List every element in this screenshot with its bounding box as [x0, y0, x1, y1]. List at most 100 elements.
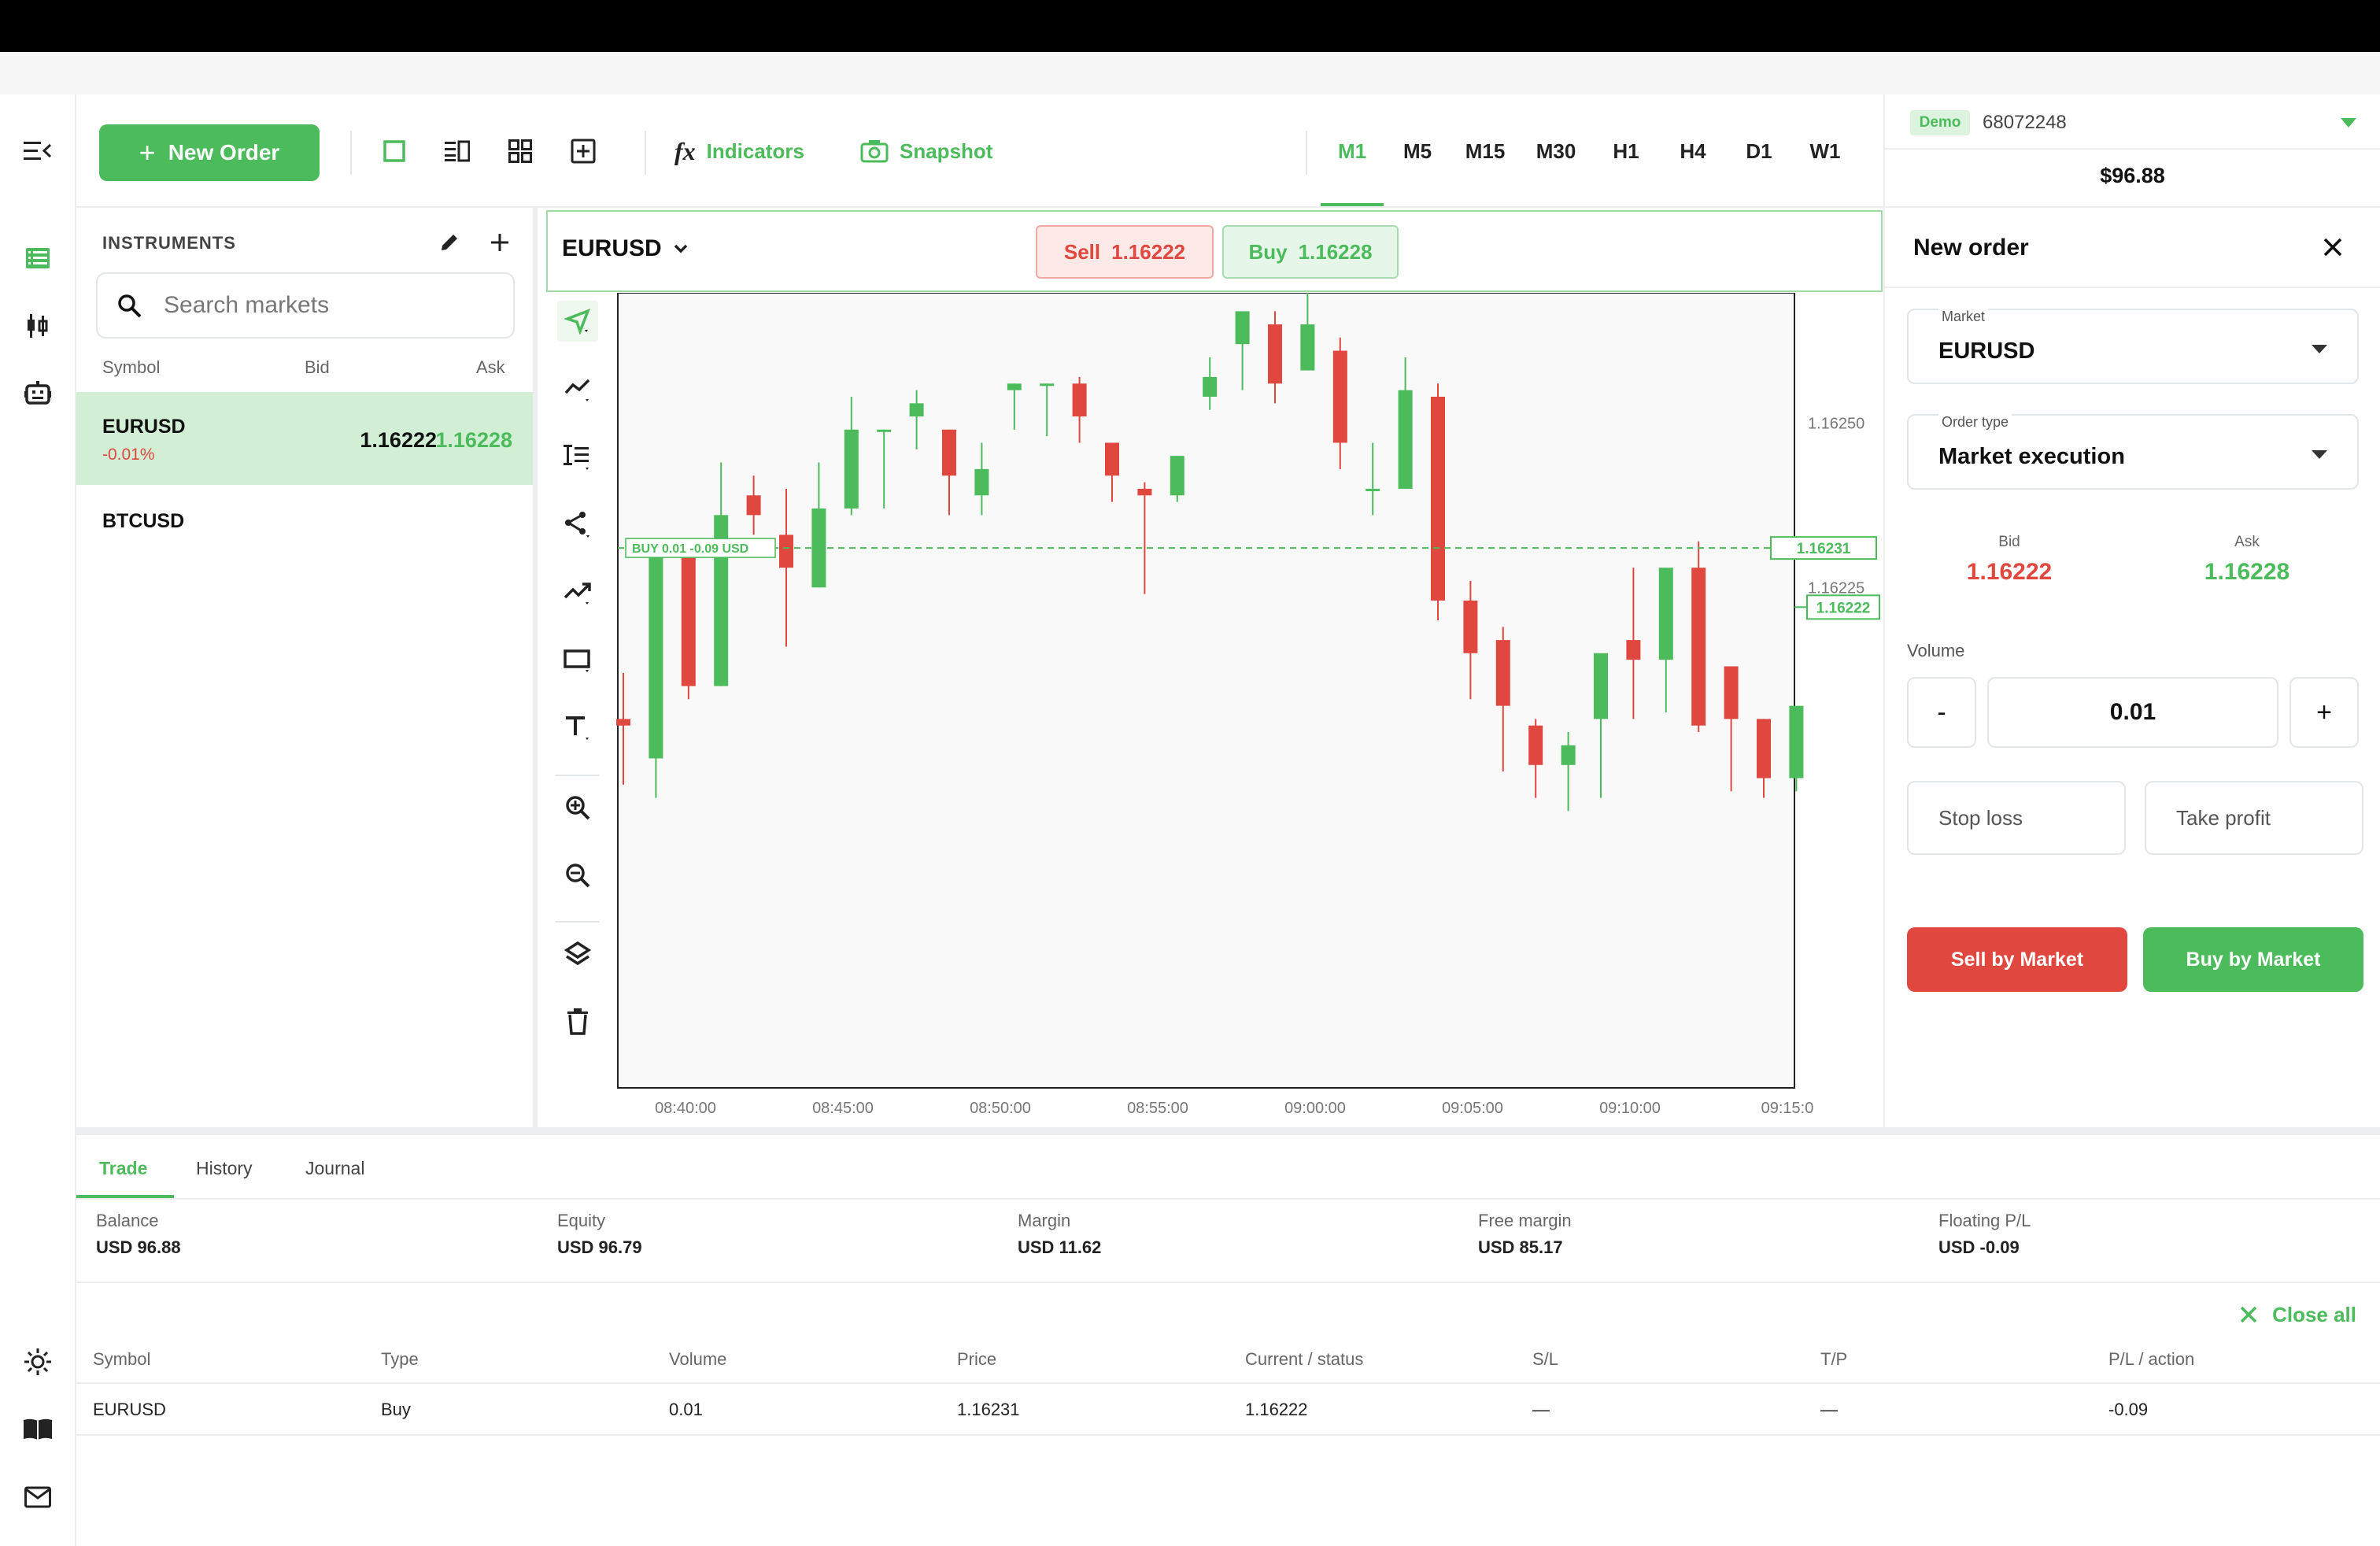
single-layout-icon[interactable] [379, 135, 410, 167]
guide-book-icon[interactable] [20, 1412, 55, 1447]
cell-sl: — [1532, 1400, 1550, 1419]
timeframe-d1[interactable]: D1 [1728, 135, 1790, 167]
chart-toolbar: + New Order fx Indicators Snapshot M1 M5… [76, 94, 1883, 208]
cell-type: Buy [381, 1400, 411, 1419]
tab-journal[interactable]: Journal [305, 1152, 364, 1184]
chevron-down-icon[interactable] [2341, 118, 2356, 128]
close-all-button[interactable]: Close all [2239, 1299, 2356, 1330]
candle-body [1757, 719, 1771, 779]
candle-body [1137, 488, 1152, 496]
toolbar-divider [350, 131, 352, 175]
candle-body [779, 534, 793, 568]
candles-icon[interactable] [20, 309, 55, 343]
balance-label: Balance [96, 1211, 159, 1230]
volume-input[interactable]: 0.01 [1987, 677, 2278, 748]
volume-decrease-button[interactable]: - [1907, 677, 1976, 748]
y-tick-label: 1.16250 [1808, 415, 1864, 432]
close-icon[interactable] [2317, 231, 2349, 263]
candle-body [1007, 383, 1022, 390]
timeframe-m1[interactable]: M1 [1321, 135, 1383, 167]
add-instrument-icon[interactable] [484, 227, 516, 258]
buy-by-market-button[interactable]: Buy by Market [2143, 927, 2363, 992]
candle-body [649, 554, 663, 759]
snapshot-button[interactable]: Snapshot [860, 135, 992, 167]
x-tick-label: 08:55:00 [1127, 1100, 1188, 1117]
col-tp: T/P [1820, 1349, 1848, 1369]
menu-collapse-icon[interactable] [20, 134, 55, 168]
robot-icon[interactable] [20, 376, 55, 411]
candle-body [974, 468, 989, 496]
chart-header: EURUSD Sell 1.16222 Buy 1.16228 [546, 210, 1883, 292]
order-type-select[interactable]: Order type Market execution [1907, 414, 2359, 490]
search-input[interactable] [164, 288, 494, 323]
position-tag-text: BUY 0.01 -0.09 USD [632, 542, 748, 556]
edit-pencil-icon[interactable] [434, 227, 465, 258]
instruments-list-icon[interactable] [20, 241, 55, 276]
stop-loss-field[interactable]: Stop loss [1907, 781, 2126, 855]
current-price-label: 1.16222 [1816, 600, 1871, 616]
margin-label: Margin [1018, 1211, 1071, 1230]
order-bid-label: Bid [1998, 534, 2020, 550]
theme-sun-icon[interactable] [20, 1344, 55, 1379]
timeframe-h4[interactable]: H4 [1662, 135, 1724, 167]
col-volume: Volume [669, 1349, 727, 1369]
trade-panel: Trade History Journal Balance USD 96.88 … [76, 1135, 2380, 1546]
current-price-marker: 1.16222 [1794, 594, 1880, 620]
instrument-row-eurusd[interactable]: EURUSD -0.01% 1.16222 1.16228 [76, 392, 533, 485]
candle-body [1658, 568, 1673, 660]
tab-history[interactable]: History [196, 1152, 253, 1184]
instrument-row-btcusd[interactable]: BTCUSD [76, 485, 533, 556]
candle-body [1235, 311, 1250, 345]
col-bid: Bid [305, 357, 330, 377]
free-margin-label: Free margin [1478, 1211, 1572, 1230]
camera-icon [860, 140, 889, 163]
candle-body [746, 495, 761, 516]
quick-sell-button[interactable]: Sell 1.16222 [1036, 225, 1214, 279]
new-order-button[interactable]: + New Order [99, 124, 320, 181]
col-pl-action: P/L / action [2108, 1349, 2195, 1369]
order-bid-value: 1.16222 [1966, 559, 2053, 585]
volume-increase-button[interactable]: + [2289, 677, 2359, 748]
grid-layout-icon[interactable] [504, 135, 536, 167]
timeframe-m5[interactable]: M5 [1387, 135, 1448, 167]
search-box[interactable] [96, 272, 515, 338]
balance-value: USD 96.88 [96, 1237, 181, 1257]
account-selector[interactable]: Demo 68072248 $96.88 [1883, 94, 2380, 208]
sell-label: Sell [1063, 239, 1101, 264]
take-profit-field[interactable]: Take profit [2145, 781, 2363, 855]
timeframe-m30[interactable]: M30 [1525, 135, 1587, 167]
candle-body [1463, 600, 1478, 653]
sell-by-market-button[interactable]: Sell by Market [1907, 927, 2127, 992]
timeframe-h1[interactable]: H1 [1595, 135, 1657, 167]
add-chart-icon[interactable] [567, 135, 599, 167]
quick-buy-button[interactable]: Buy 1.16228 [1222, 225, 1399, 279]
x-tick-label: 08:45:00 [812, 1100, 874, 1117]
candle-body [844, 429, 859, 509]
equity-label: Equity [557, 1211, 606, 1230]
order-type-value: Market execution [1938, 444, 2125, 469]
cell-pl: -0.09 [2108, 1400, 2149, 1419]
panel-splitter[interactable] [76, 1127, 2380, 1135]
candle-body [1332, 350, 1347, 443]
split-layout-icon[interactable] [442, 135, 473, 167]
new-order-panel: New order Market EURUSD Order type Marke… [1883, 208, 2380, 1127]
indicators-button[interactable]: fx Indicators [674, 135, 804, 167]
x-tick-label: 09:10:00 [1599, 1100, 1661, 1117]
mail-icon[interactable] [20, 1480, 55, 1515]
order-ask-label: Ask [2234, 534, 2260, 550]
y-tick-label: 1.16225 [1808, 579, 1864, 597]
divider [1885, 287, 2380, 288]
candle-body [1724, 666, 1739, 719]
candle-body [1691, 568, 1706, 726]
candle-body [1170, 456, 1184, 496]
price-chart[interactable]: BUY 0.01 -0.09 USD 1.16231 1.16222 1.162… [542, 293, 1883, 1127]
fx-icon: fx [674, 136, 696, 165]
timeframe-w1[interactable]: W1 [1794, 135, 1856, 167]
tab-trade[interactable]: Trade [99, 1152, 147, 1184]
cell-tp: — [1820, 1400, 1838, 1419]
divider [76, 1198, 2380, 1200]
timeframe-m15[interactable]: M15 [1454, 135, 1516, 167]
market-select[interactable]: Market EURUSD [1907, 309, 2359, 384]
candle-body [1072, 383, 1087, 417]
chart-symbol-selector[interactable]: EURUSD [562, 235, 689, 262]
